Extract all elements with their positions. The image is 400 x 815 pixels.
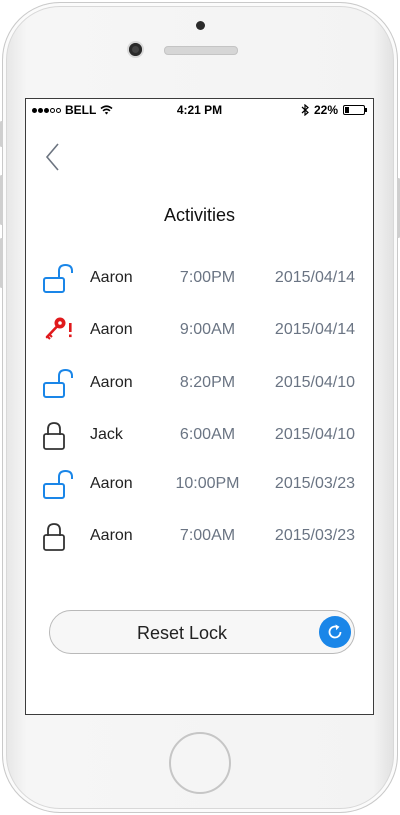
earpiece-speaker [164, 46, 238, 55]
activity-time: 7:00PM [179, 269, 236, 286]
activity-time: 7:00AM [179, 527, 236, 544]
activity-user: Aaron [90, 475, 133, 492]
locked-padlock-icon [43, 523, 65, 551]
unlocked-padlock-icon [43, 263, 73, 293]
activity-time: 9:00AM [179, 321, 236, 338]
mute-switch [0, 121, 3, 147]
activity-date: 2015/04/14 [274, 321, 355, 338]
unlocked-padlock-icon [43, 368, 73, 398]
front-camera [129, 43, 142, 56]
activity-user: Jack [90, 426, 123, 443]
sensor-dot [196, 21, 205, 30]
activity-date: 2015/04/10 [274, 426, 355, 443]
activity-time: 6:00AM [179, 426, 236, 443]
key-alert-icon [45, 317, 72, 340]
chevron-left-icon [45, 143, 59, 171]
activity-date: 2015/03/23 [274, 527, 355, 544]
activity-row[interactable]: Aaron 10:00PM 2015/03/23 [26, 463, 373, 503]
activity-date: 2015/03/23 [274, 475, 355, 492]
volume-down-button [0, 238, 3, 288]
battery-percent: 22% [313, 103, 338, 117]
activity-user: Aaron [90, 321, 133, 338]
activity-time: 8:20PM [179, 374, 236, 391]
bluetooth-icon [301, 104, 309, 116]
activity-date: 2015/04/14 [274, 269, 355, 286]
reset-lock-label: Reset Lock [136, 623, 228, 643]
activity-row[interactable]: Aaron 8:20PM 2015/04/10 [26, 362, 373, 402]
unlocked-padlock-icon [43, 469, 73, 499]
reset-lock-button[interactable]: Reset Lock [49, 610, 355, 654]
activity-date: 2015/04/10 [274, 374, 355, 391]
activity-time: 10:00PM [175, 475, 240, 492]
battery-icon [343, 105, 367, 115]
activity-user: Aaron [90, 527, 133, 544]
screen: BELL 4:21 PM 22% Activities Aaron 7:00PM… [25, 98, 374, 715]
activity-row[interactable]: Aaron 7:00PM 2015/04/14 [26, 257, 373, 297]
activity-row[interactable]: Aaron 9:00AM 2015/04/14 [26, 309, 373, 349]
refresh-icon [319, 616, 351, 648]
locked-padlock-icon [43, 422, 65, 450]
page-title: Activities [163, 205, 235, 225]
status-bar: BELL 4:21 PM 22% [26, 99, 373, 121]
activity-row[interactable]: Jack 6:00AM 2015/04/10 [26, 414, 373, 454]
back-button[interactable] [42, 141, 66, 173]
activity-user: Aaron [90, 269, 133, 286]
volume-up-button [0, 175, 3, 225]
home-button[interactable] [169, 732, 231, 794]
activity-user: Aaron [90, 374, 133, 391]
activity-row[interactable]: Aaron 7:00AM 2015/03/23 [26, 515, 373, 555]
